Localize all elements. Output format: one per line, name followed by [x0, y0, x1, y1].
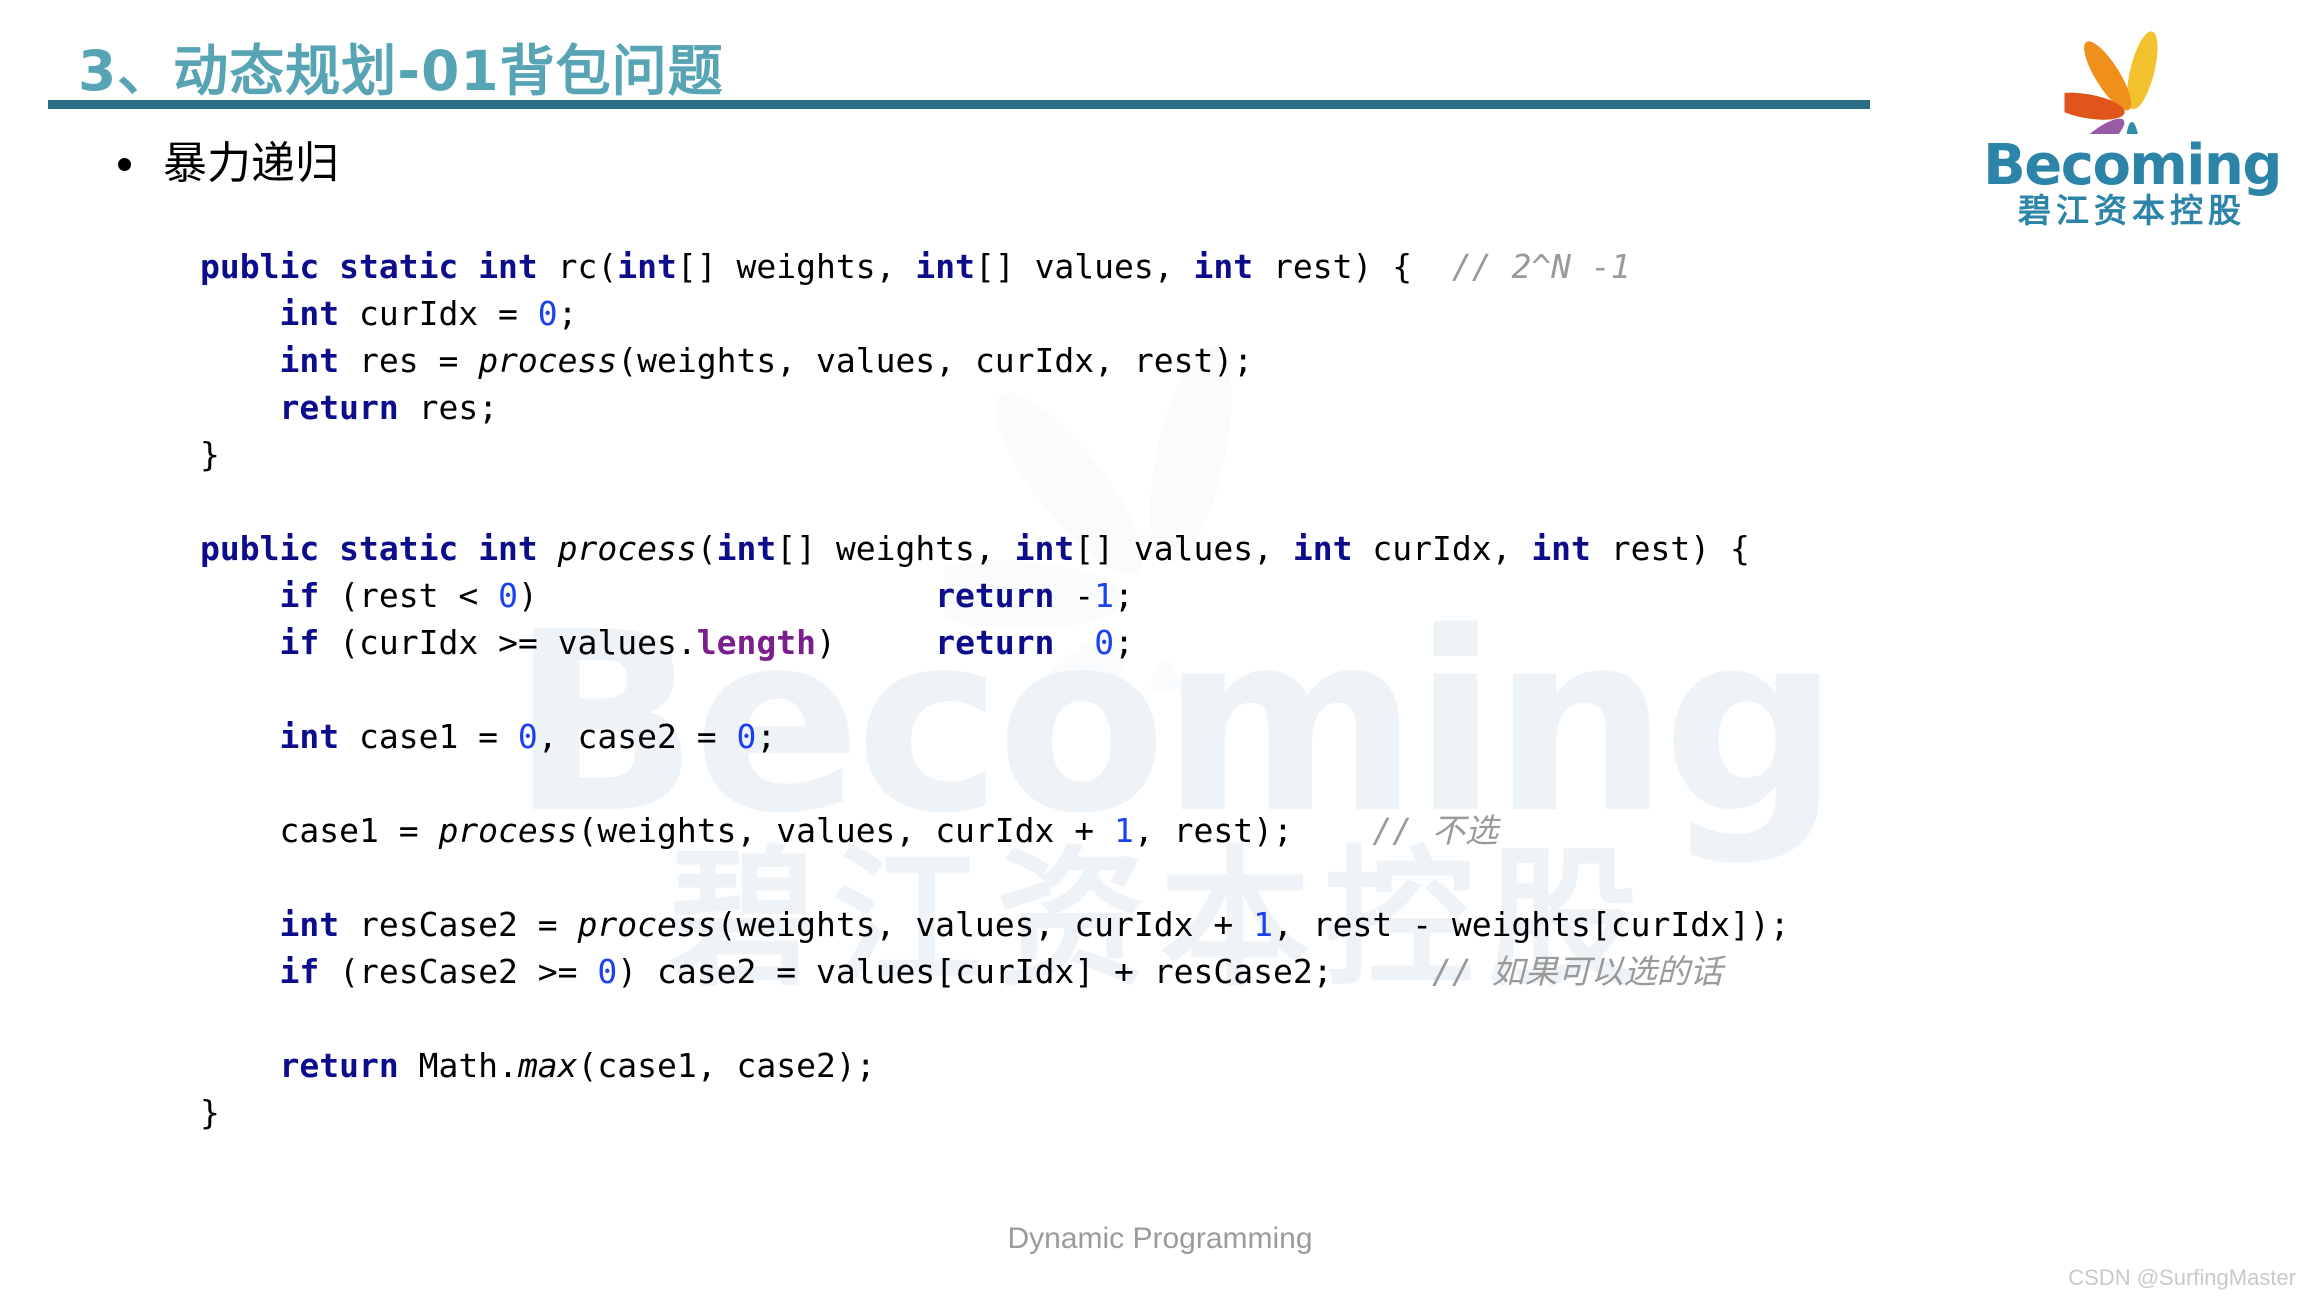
code-line: if (resCase2 >= 0) case2 = values[curIdx…	[279, 952, 1723, 991]
code-block: public static int rc(int[] weights, int[…	[200, 243, 1790, 1136]
bullet-item-label: 暴力递归	[163, 138, 339, 189]
code-line: }	[200, 1093, 220, 1132]
code-line: public static int rc(int[] weights, int[…	[200, 247, 1631, 286]
code-line: if (curIdx >= values.length) return 0;	[279, 623, 1134, 662]
code-line: if (rest < 0) return -1;	[279, 576, 1134, 615]
code-line: }	[200, 435, 220, 474]
page-title: 3、动态规划-01背包问题	[78, 39, 724, 103]
bullet-dot-icon	[118, 157, 131, 171]
code-line: int case1 = 0, case2 = 0;	[279, 717, 777, 756]
title-divider	[48, 100, 1870, 109]
code-line: int curIdx = 0;	[279, 294, 578, 333]
code-line: return Math.max(case1, case2);	[279, 1046, 876, 1085]
code-line: return res;	[279, 388, 499, 427]
slide-canvas: Becoming 碧江资本控股 3、动态规划-01背包问题 Becoming 碧…	[0, 0, 2320, 1305]
logo-chinese-name: 碧江资本控股	[2018, 191, 2246, 230]
code-line: case1 = process(weights, values, curIdx …	[279, 811, 1498, 850]
company-logo: Becoming 碧江资本控股	[1982, 22, 2282, 227]
csdn-watermark: CSDN @SurfingMaster	[2068, 1265, 2296, 1290]
footer-note: Dynamic Programming	[1007, 1222, 1313, 1255]
code-line: public static int process(int[] weights,…	[200, 529, 1750, 568]
code-line: int res = process(weights, values, curId…	[279, 341, 1254, 380]
code-line: int resCase2 = process(weights, values, …	[279, 905, 1790, 944]
logo-wordmark: Becoming	[1983, 133, 2282, 198]
pinwheel-logo-icon	[2064, 31, 2158, 134]
bullet-item: 暴力递归	[118, 138, 339, 189]
